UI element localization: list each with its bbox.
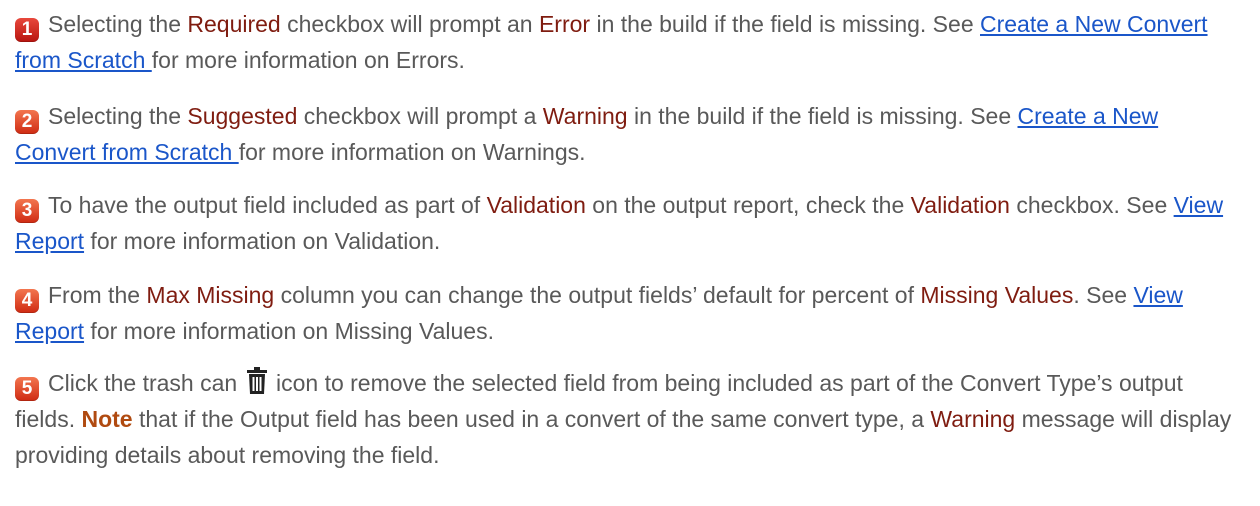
ui-term: Max Missing xyxy=(146,282,275,308)
note-paragraph: 3 To have the output field included as pa… xyxy=(15,187,1245,259)
note-item-2: 2 Selecting the Suggested checkbox will p… xyxy=(15,98,1245,170)
text-run: for more information on Errors. xyxy=(151,47,465,73)
note-item-4: 4 From the Max Missing column you can cha… xyxy=(15,277,1245,349)
text-run: in the build if the field is missing. Se… xyxy=(627,103,1018,129)
ui-term: Warning xyxy=(930,406,1016,432)
step-number-badge: 5 xyxy=(15,377,39,401)
ui-term: Missing Values xyxy=(920,282,1074,308)
text-run: column you can change the output fields’… xyxy=(274,282,921,308)
note-item-1: 1 Selecting the Required checkbox will pr… xyxy=(15,6,1245,78)
note-emphasis: Note xyxy=(81,406,133,432)
step-number-badge: 4 xyxy=(15,289,39,313)
text-run: From the xyxy=(48,282,147,308)
text-run: for more information on Warnings. xyxy=(238,139,586,165)
step-number-badge: 1 xyxy=(15,18,39,42)
text-run: for more information on Validation. xyxy=(84,228,441,254)
note-item-3: 3 To have the output field included as pa… xyxy=(15,187,1245,259)
note-paragraph: 1 Selecting the Required checkbox will pr… xyxy=(15,6,1245,78)
text-run: checkbox. See xyxy=(1009,192,1174,218)
text-run: for more information on Missing Values. xyxy=(84,318,494,344)
text-run: checkbox will prompt a xyxy=(297,103,543,129)
note-paragraph: 4 From the Max Missing column you can cha… xyxy=(15,277,1245,349)
ui-term: Required xyxy=(187,11,281,37)
ui-term: Warning xyxy=(542,103,628,129)
ui-term: Suggested xyxy=(187,103,298,129)
text-run: Selecting the xyxy=(48,11,188,37)
note-paragraph: 2 Selecting the Suggested checkbox will p… xyxy=(15,98,1245,170)
note-item-5: 5 Click the trash can icon to remove the … xyxy=(15,365,1245,473)
text-run: Selecting the xyxy=(48,103,188,129)
note-paragraph: 5 Click the trash can icon to remove the … xyxy=(15,365,1245,473)
text-run: in the build if the field is missing. Se… xyxy=(590,11,980,37)
text-run: To have the output field included as par… xyxy=(48,192,487,218)
step-number-badge: 3 xyxy=(15,199,39,223)
trash-icon xyxy=(246,367,268,395)
text-run: that if the Output field has been used i… xyxy=(132,406,931,432)
ui-term: Error xyxy=(538,11,591,37)
text-run: on the output report, check the xyxy=(585,192,911,218)
ui-term: Validation xyxy=(910,192,1010,218)
step-number-badge: 2 xyxy=(15,110,39,134)
text-run: checkbox will prompt an xyxy=(280,11,539,37)
text-run: Click the trash can xyxy=(48,370,244,396)
ui-term: Validation xyxy=(486,192,586,218)
text-run: . See xyxy=(1073,282,1134,308)
